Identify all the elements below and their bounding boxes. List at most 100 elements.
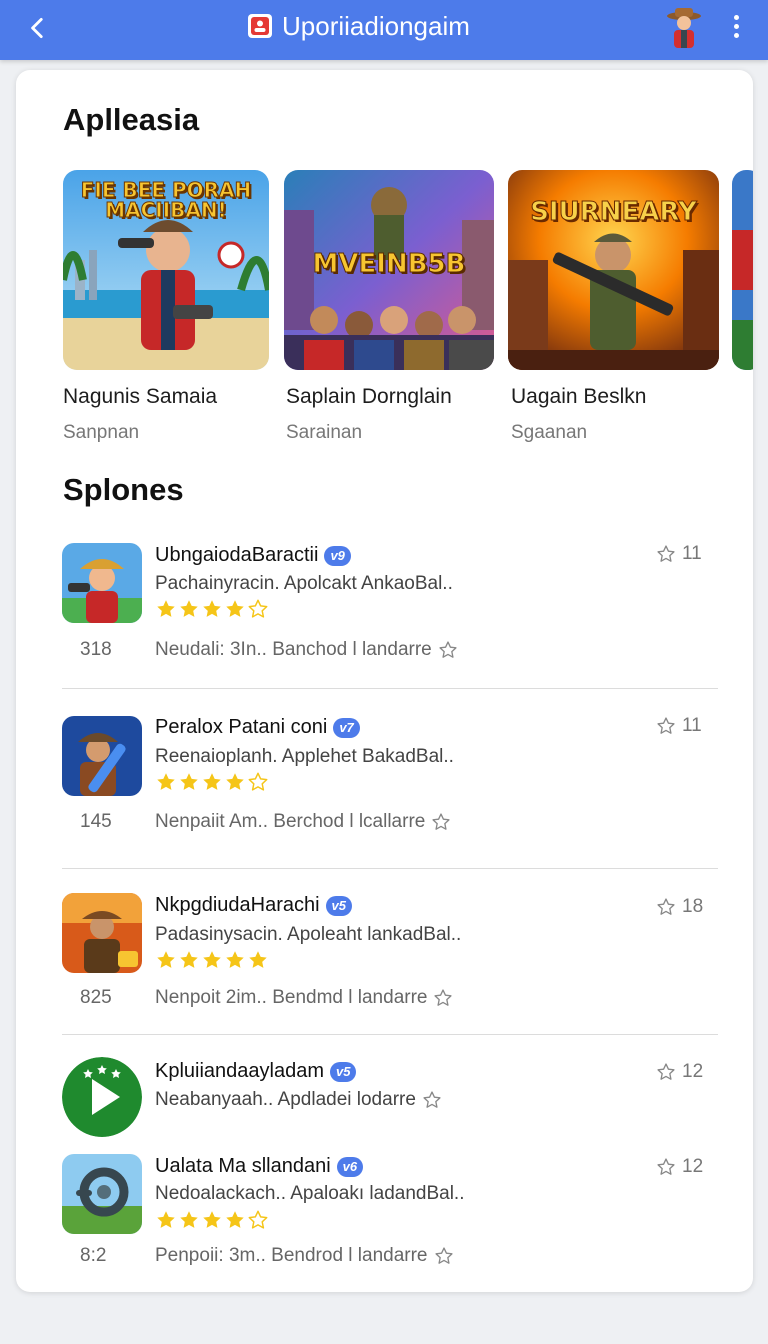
chevron-left-icon	[31, 17, 43, 39]
app-description-text: Neabanyaah.. Apdladei lodarre	[155, 1089, 416, 1110]
app-icon[interactable]	[62, 543, 142, 623]
app-name: NkpgdiudaHarachi	[155, 894, 320, 916]
divider	[62, 1034, 718, 1035]
featured-card-image-text: FIE BEE PORAH MACIIBAN!	[80, 178, 252, 222]
content-card: Aplleasia FIE BEE PORAH MACIIBAN! Naguni…	[16, 70, 753, 1292]
app-icon[interactable]	[62, 716, 142, 796]
star-empty-icon	[248, 599, 268, 618]
star-filled-icon	[203, 1211, 221, 1228]
star-filled-icon	[226, 951, 244, 968]
rank-indicator[interactable]: 12	[656, 1156, 703, 1178]
version-badge: v9	[324, 545, 351, 566]
rank-value: 12	[682, 1061, 704, 1082]
star-outline-icon[interactable]	[431, 812, 451, 832]
app-meta-text: Neudali: 3In.. Banchod l landarre	[155, 639, 432, 660]
app-meta: Nenpoit 2im.. Bendmd l landarre	[155, 987, 453, 1009]
app-title[interactable]: Ualata Ma sllandani v6	[155, 1155, 364, 1178]
app-title[interactable]: Peralox Patani coni v7	[155, 716, 360, 739]
app-meta-text: Nenpoit 2im.. Bendmd l landarre	[155, 987, 428, 1008]
star-outline-icon	[657, 717, 675, 734]
featured-card-image-text: MVEINB5B	[312, 249, 466, 279]
featured-card-subtitle: Sanpnan	[63, 422, 140, 443]
star-outline-icon[interactable]	[438, 640, 458, 660]
star-empty-icon	[248, 772, 268, 791]
back-button[interactable]	[18, 8, 58, 48]
rank-indicator[interactable]: 11	[656, 543, 702, 565]
app-name: UbngaiodaBaractii	[155, 544, 319, 566]
featured-card-name[interactable]: Nagunis Samaia	[63, 385, 217, 409]
app-title[interactable]: UbngaiodaBaractii v9	[155, 544, 351, 567]
rating-count: 825	[80, 987, 112, 1008]
star-filled-icon	[203, 600, 221, 617]
star-filled-icon	[203, 951, 221, 968]
app-description: Reenaioplanh. Applehet BakadBal..	[155, 746, 454, 767]
star-filled-icon	[180, 773, 198, 790]
app-description: Padasinysacin. Apoleaht lankadBal..	[155, 924, 462, 945]
avatar[interactable]	[660, 4, 708, 52]
star-empty-icon	[248, 1210, 268, 1229]
featured-card-image[interactable]: MVEINB5B	[284, 170, 494, 370]
rating-count: 8:2	[80, 1245, 107, 1266]
rank-value: 11	[682, 543, 702, 564]
user-badge-icon	[248, 14, 272, 38]
star-filled-icon	[180, 600, 198, 617]
star-rating	[155, 771, 269, 793]
star-filled-icon	[180, 1211, 198, 1228]
app-description: Neabanyaah.. Apdladei lodarre	[155, 1089, 442, 1111]
app-meta: Nenpaiit Am.. Berchod l lcallarre	[155, 811, 451, 833]
star-rating	[155, 1209, 269, 1231]
rank-indicator[interactable]: 11	[656, 715, 702, 737]
star-outline-icon[interactable]	[434, 1246, 454, 1266]
featured-card-image[interactable]: SIURNEARY	[508, 170, 719, 370]
rank-value: 12	[682, 1156, 704, 1177]
rank-indicator[interactable]: 12	[656, 1061, 703, 1083]
star-filled-icon	[249, 951, 267, 968]
featured-card-name[interactable]: Saplain Dornglain	[286, 385, 452, 409]
app-title[interactable]: NkpgdiudaHarachi v5	[155, 894, 353, 917]
app-title[interactable]: Kpluiiandaayladam v5	[155, 1060, 357, 1083]
app-bar: Uporiiadiongaim	[0, 0, 768, 60]
star-filled-icon	[157, 773, 175, 790]
app-meta: Penpoii: 3m.. Bendrod l landarre	[155, 1245, 454, 1267]
star-filled-icon	[157, 1211, 175, 1228]
divider	[62, 688, 718, 689]
rating-count: 145	[80, 811, 112, 832]
app-name: Peralox Patani coni	[155, 716, 328, 738]
featured-card-name[interactable]: Uagain Beslkn	[511, 385, 646, 409]
featured-card-image-text: SIURNEARY	[530, 197, 698, 227]
version-badge: v5	[330, 1061, 357, 1082]
divider	[62, 868, 718, 869]
star-outline-icon	[657, 898, 675, 915]
app-meta-text: Nenpaiit Am.. Berchod l lcallarre	[155, 811, 426, 832]
star-outline-icon[interactable]	[422, 1090, 442, 1110]
page-title: Uporiiadiongaim	[282, 10, 470, 41]
star-outline-icon[interactable]	[433, 988, 453, 1008]
star-filled-icon	[226, 600, 244, 617]
app-icon[interactable]	[62, 1154, 142, 1234]
more-vertical-icon	[733, 14, 739, 20]
more-menu-button[interactable]	[722, 10, 750, 42]
app-description: Nedoalackach.. Apaloakı ladandBal..	[155, 1183, 465, 1204]
featured-card-subtitle: Sarainan	[286, 422, 363, 443]
star-filled-icon	[157, 951, 175, 968]
rating-count: 318	[80, 639, 112, 660]
rank-indicator[interactable]: 18	[656, 896, 703, 918]
app-name: Ualata Ma sllandani	[155, 1155, 331, 1177]
star-rating	[155, 949, 269, 971]
app-description: Pachainyracin. Apolcakt AnkaoBal..	[155, 573, 453, 594]
rank-value: 11	[682, 715, 702, 736]
app-icon[interactable]	[62, 1057, 142, 1137]
star-filled-icon	[226, 773, 244, 790]
star-rating	[155, 598, 269, 620]
star-outline-icon	[657, 545, 675, 562]
rank-value: 18	[682, 896, 704, 917]
featured-section-title: Aplleasia	[63, 102, 200, 137]
version-badge: v6	[336, 1156, 364, 1177]
featured-card-image[interactable]: FIE BEE PORAH MACIIBAN!	[63, 170, 269, 370]
app-meta: Neudali: 3In.. Banchod l landarre	[155, 639, 458, 661]
star-filled-icon	[226, 1211, 244, 1228]
featured-card-image[interactable]	[732, 170, 753, 370]
version-badge: v5	[325, 895, 353, 916]
list-section-title: Splones	[63, 472, 184, 507]
app-icon[interactable]	[62, 893, 142, 973]
